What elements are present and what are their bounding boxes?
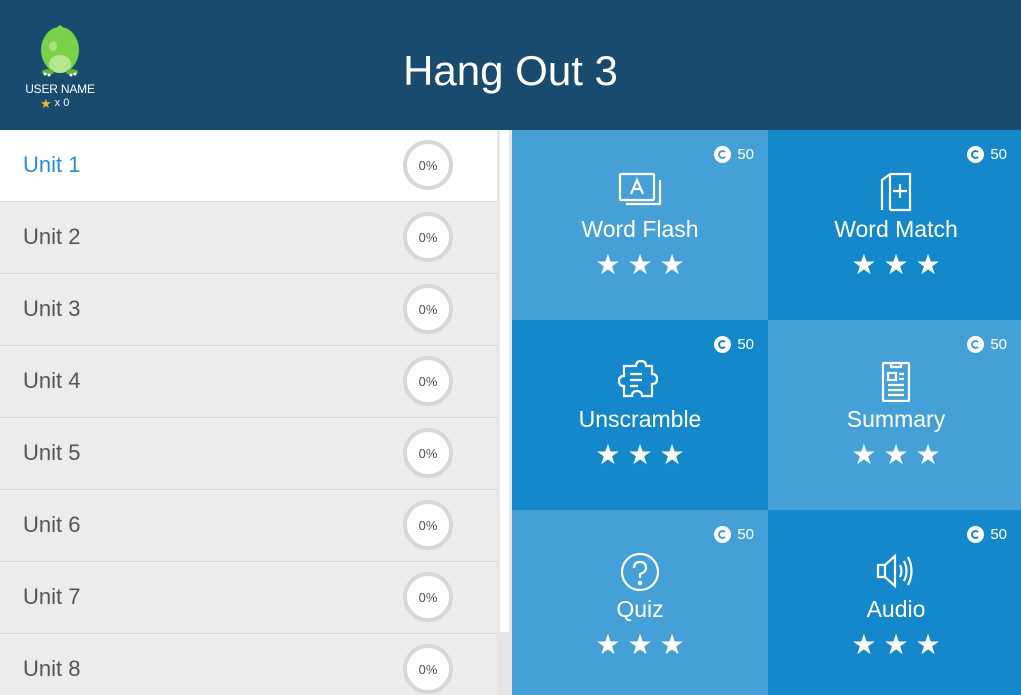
progress-ring: 0% xyxy=(403,140,453,190)
progress-ring: 0% xyxy=(403,428,453,478)
unit-list: Unit 1 0% Unit 2 0% Unit 3 0% Unit 4 0% … xyxy=(0,130,497,695)
unit-label: Unit 5 xyxy=(23,440,81,465)
coin-badge: 50 xyxy=(714,146,754,163)
coin-value: 50 xyxy=(990,526,1007,543)
star-rating: ★ ★ ★ xyxy=(512,248,768,282)
star-icon: ★ xyxy=(883,628,909,661)
star-icon: ★ xyxy=(883,438,909,471)
progress-ring: 0% xyxy=(403,284,453,334)
progress-ring: 0% xyxy=(403,644,453,694)
coin-badge: 50 xyxy=(714,526,754,543)
unit-row-4[interactable]: Unit 4 0% xyxy=(0,346,497,418)
coin-icon xyxy=(967,526,985,543)
star-icon: ★ xyxy=(851,628,877,661)
unit-row-7[interactable]: Unit 7 0% xyxy=(0,562,497,634)
star-icon: ★ xyxy=(915,628,941,661)
coin-badge: 50 xyxy=(967,146,1007,163)
star-icon: ★ xyxy=(40,95,52,111)
unit-label: Unit 1 xyxy=(23,152,81,177)
unit-label: Unit 6 xyxy=(23,512,81,537)
coin-icon xyxy=(967,146,985,163)
unit-label: Unit 7 xyxy=(23,584,81,609)
unit-row-6[interactable]: Unit 6 0% xyxy=(0,490,497,562)
star-icon: ★ xyxy=(851,438,877,471)
star-icon: ★ xyxy=(659,438,685,471)
unit-label: Unit 3 xyxy=(23,296,81,321)
coin-value: 50 xyxy=(737,526,754,543)
tile-unscramble[interactable]: 50 Unscramble ★ ★ ★ xyxy=(512,320,768,510)
tile-label: Quiz xyxy=(616,596,664,622)
star-icon: ★ xyxy=(915,248,941,281)
star-icon: ★ xyxy=(595,248,621,281)
page-title: Hang Out 3 xyxy=(403,47,618,94)
coin-badge: 50 xyxy=(967,526,1007,543)
progress-ring: 0% xyxy=(403,500,453,550)
star-counter: ★ x 0 xyxy=(40,96,69,110)
tile-summary[interactable]: 50 Summary ★ ★ ★ xyxy=(768,320,1021,510)
coin-badge: 50 xyxy=(714,336,754,353)
top-header: USER NAME ★ x 0 Hang Out 3 xyxy=(0,0,1021,130)
coin-value: 50 xyxy=(990,146,1007,163)
unit-row-2[interactable]: Unit 2 0% xyxy=(0,202,497,274)
star-icon: ★ xyxy=(659,248,685,281)
tile-label: Summary xyxy=(846,406,946,432)
tile-label: Word Flash xyxy=(581,216,699,242)
star-rating: ★ ★ ★ xyxy=(768,628,1021,662)
coin-value: 50 xyxy=(737,146,754,163)
unit-row-3[interactable]: Unit 3 0% xyxy=(0,274,497,346)
document-icon xyxy=(881,361,911,402)
puzzle-icon xyxy=(617,360,659,398)
coin-icon xyxy=(714,146,732,163)
tile-label: Unscramble xyxy=(578,406,702,432)
star-rating: ★ ★ ★ xyxy=(512,438,768,472)
star-icon: ★ xyxy=(627,628,653,661)
unit-label: Unit 8 xyxy=(23,656,81,681)
progress-ring: 0% xyxy=(403,572,453,622)
star-rating: ★ ★ ★ xyxy=(768,248,1021,282)
star-icon: ★ xyxy=(627,248,653,281)
tile-label: Audio xyxy=(866,596,926,622)
progress-ring: 0% xyxy=(403,212,453,262)
star-rating: ★ ★ ★ xyxy=(768,438,1021,472)
tile-label: Word Match xyxy=(834,216,958,242)
card-match-icon xyxy=(880,172,912,212)
star-rating: ★ ★ ★ xyxy=(512,628,768,662)
unit-row-1[interactable]: Unit 1 0% xyxy=(0,130,497,202)
speaker-icon xyxy=(876,553,913,589)
unit-label: Unit 4 xyxy=(23,368,81,393)
tile-quiz[interactable]: 50 Quiz ★ ★ ★ xyxy=(512,510,768,695)
coin-badge: 50 xyxy=(967,336,1007,353)
scrollbar-thumb[interactable] xyxy=(500,130,509,632)
coin-value: 50 xyxy=(990,336,1007,353)
star-icon: ★ xyxy=(915,438,941,471)
tile-audio[interactable]: 50 Audio ★ ★ ★ xyxy=(768,510,1021,695)
unit-label: Unit 2 xyxy=(23,224,81,249)
progress-ring: 0% xyxy=(403,356,453,406)
star-icon: ★ xyxy=(595,438,621,471)
star-icon: ★ xyxy=(851,248,877,281)
tile-word-flash[interactable]: 50 Word Flash ★ ★ ★ xyxy=(512,130,768,320)
tile-word-match[interactable]: 50 Word Match ★ ★ ★ xyxy=(768,130,1021,320)
coin-icon xyxy=(967,336,985,353)
coin-value: 50 xyxy=(737,336,754,353)
unit-row-5[interactable]: Unit 5 0% xyxy=(0,418,497,490)
coin-icon xyxy=(714,526,732,543)
star-icon: ★ xyxy=(883,248,909,281)
star-icon: ★ xyxy=(659,628,685,661)
flashcard-icon xyxy=(618,172,662,206)
question-icon xyxy=(620,552,660,592)
star-icon: ★ xyxy=(595,628,621,661)
coin-icon xyxy=(714,336,732,353)
star-icon: ★ xyxy=(627,438,653,471)
star-count: x 0 xyxy=(54,97,70,109)
unit-row-8[interactable]: Unit 8 0% xyxy=(0,634,497,695)
